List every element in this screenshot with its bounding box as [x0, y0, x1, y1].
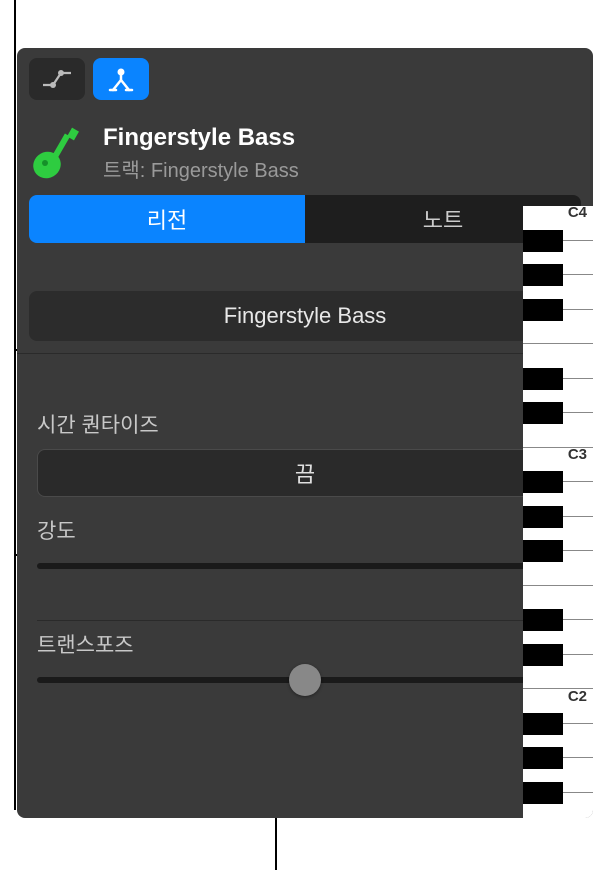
- piano-black-key[interactable]: [523, 230, 563, 252]
- instrument-icon: [29, 125, 87, 183]
- divider: [17, 353, 593, 391]
- time-quantize-value: 끔: [295, 457, 315, 489]
- transpose-label: 트랜스포즈: [37, 629, 134, 659]
- track-subtitle: 트랙: Fingerstyle Bass: [103, 154, 581, 183]
- piano-black-key[interactable]: [523, 644, 563, 666]
- strength-label: 강도: [37, 515, 76, 545]
- piano-black-key[interactable]: [523, 506, 563, 528]
- piano-black-key[interactable]: [523, 402, 563, 424]
- transpose-slider[interactable]: [37, 677, 573, 683]
- transpose-row: 트랜스포즈 0: [37, 629, 573, 683]
- piano-black-key[interactable]: [523, 471, 563, 493]
- inspector-panel: Fingerstyle Bass 트랙: Fingerstyle Bass 리전…: [17, 48, 593, 818]
- divider: [37, 581, 573, 621]
- region-name-field[interactable]: Fingerstyle Bass: [29, 291, 581, 341]
- track-title: Fingerstyle Bass: [103, 124, 581, 152]
- track-info: Fingerstyle Bass 트랙: Fingerstyle Bass: [103, 124, 581, 183]
- flex-button[interactable]: [93, 58, 149, 100]
- piano-black-key[interactable]: [523, 368, 563, 390]
- toolbar: [17, 48, 593, 110]
- time-quantize-dropdown[interactable]: 끔: [37, 449, 573, 497]
- automation-curve-button[interactable]: [29, 58, 85, 100]
- callout-line: [275, 810, 277, 870]
- piano-black-key[interactable]: [523, 264, 563, 286]
- region-note-tabs: 리전 노트: [29, 195, 581, 243]
- piano-black-key[interactable]: [523, 713, 563, 735]
- piano-black-key[interactable]: [523, 299, 563, 321]
- piano-note-label: C4: [568, 204, 587, 221]
- piano-note-label: C2: [568, 688, 587, 705]
- parameters-section: 시간 퀀타이즈 끔 강도 100 트랜스포즈 0: [17, 409, 593, 683]
- piano-keyboard[interactable]: C4 C3 C2: [523, 206, 593, 818]
- strength-row: 강도 100: [37, 515, 573, 569]
- track-header: Fingerstyle Bass 트랙: Fingerstyle Bass: [17, 110, 593, 189]
- piano-black-key[interactable]: [523, 540, 563, 562]
- strength-slider[interactable]: [37, 563, 573, 569]
- time-quantize-label: 시간 퀀타이즈: [37, 409, 573, 439]
- piano-black-key[interactable]: [523, 609, 563, 631]
- piano-note-label: C3: [568, 446, 587, 463]
- slider-knob[interactable]: [289, 664, 321, 696]
- tab-region[interactable]: 리전: [29, 195, 305, 243]
- piano-black-key[interactable]: [523, 747, 563, 769]
- callout-line: [14, 0, 16, 810]
- piano-black-key[interactable]: [523, 782, 563, 804]
